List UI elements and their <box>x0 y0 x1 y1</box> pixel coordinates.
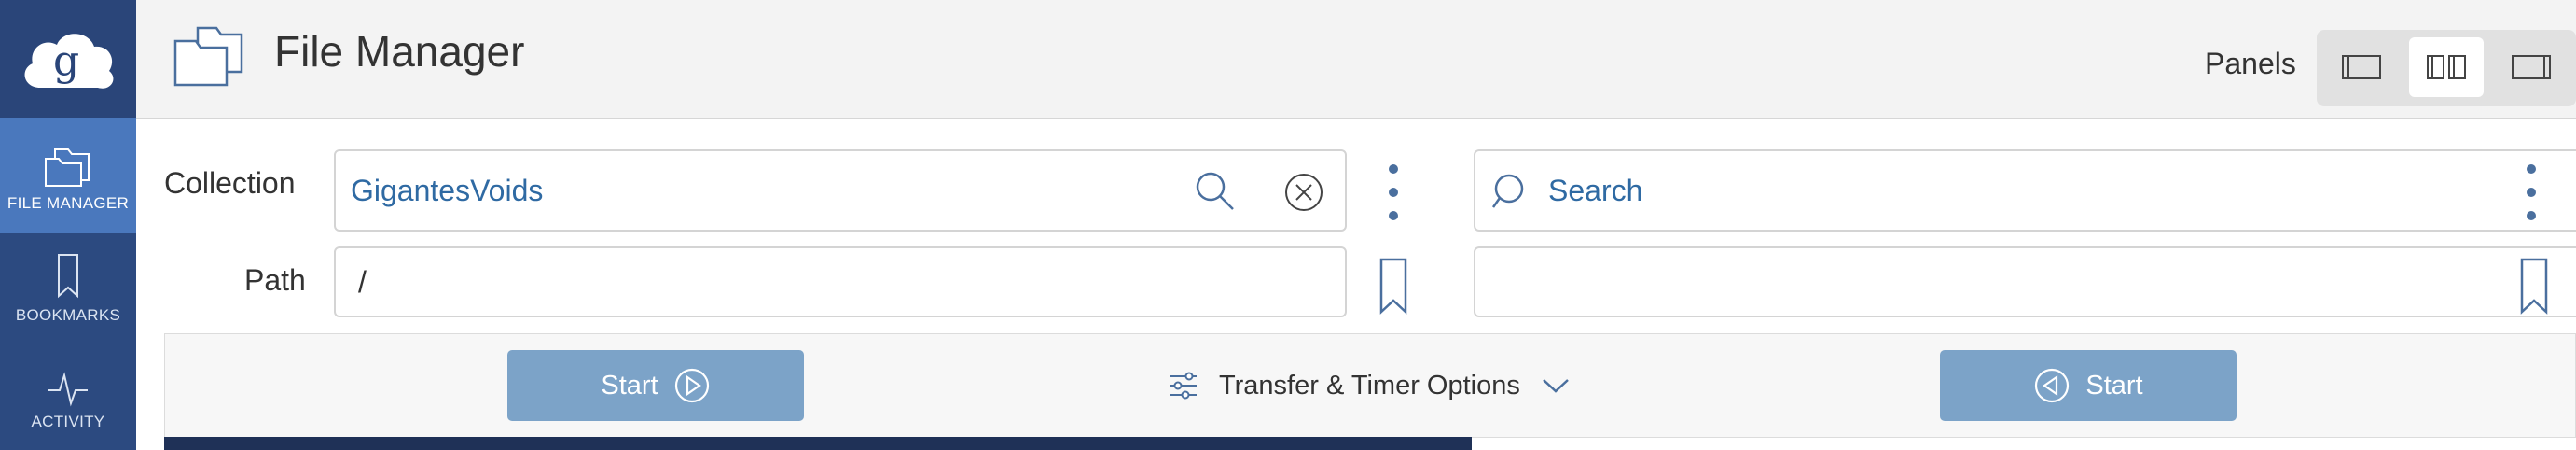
panels-label: Panels <box>2205 47 2296 80</box>
sidebar-item-file-manager[interactable]: FILE MANAGER <box>0 118 136 233</box>
start-label: Start <box>2085 370 2143 401</box>
sidebar-item-bookmarks[interactable]: BOOKMARKS <box>0 252 136 355</box>
right-bookmark-icon[interactable] <box>2518 257 2550 316</box>
right-path-input[interactable] <box>1474 246 2576 317</box>
start-right-to-left-button[interactable]: Start <box>1940 350 2237 421</box>
svg-text:g: g <box>53 37 79 85</box>
single-panel-right-button[interactable] <box>2494 37 2569 97</box>
transfer-timer-options-toggle[interactable]: Transfer & Timer Options <box>1169 359 1571 413</box>
play-left-icon <box>2035 368 2070 403</box>
search-placeholder: Search <box>1548 174 1643 207</box>
folders-icon <box>45 148 90 187</box>
left-collection-input[interactable]: GigantesVoids <box>334 149 1347 232</box>
path-label: Path <box>244 263 306 297</box>
collection-label: Collection <box>164 166 296 200</box>
globus-logo-icon[interactable]: g <box>0 0 136 118</box>
play-right-icon <box>674 368 709 403</box>
single-panel-icon <box>2342 55 2381 79</box>
sidebar-nav: g FILE MANAGER BOOKMARKS ACTIVITY <box>0 0 136 450</box>
right-panel-options-kebab-icon[interactable] <box>2524 164 2539 220</box>
search-icon[interactable] <box>1194 170 1237 213</box>
page-title: File Manager <box>274 27 525 76</box>
sliders-icon <box>1170 372 1197 400</box>
sidebar-item-label: ACTIVITY <box>31 413 105 430</box>
sidebar-item-label: FILE MANAGER <box>7 194 130 212</box>
clear-icon[interactable] <box>1283 172 1324 213</box>
bookmark-icon <box>58 254 78 299</box>
pulse-icon <box>48 372 88 407</box>
single-panel-icon <box>2512 55 2551 79</box>
start-left-to-right-button[interactable]: Start <box>507 350 804 421</box>
panels-toggle <box>2317 30 2576 106</box>
right-collection-search-input[interactable]: Search <box>1474 149 2576 232</box>
single-panel-left-button[interactable] <box>2324 37 2399 97</box>
two-panel-button[interactable] <box>2409 37 2484 97</box>
left-panel-options-kebab-icon[interactable] <box>1386 164 1401 220</box>
page-header: File Manager Panels <box>136 0 2576 119</box>
folders-icon <box>173 26 243 87</box>
search-icon <box>1491 174 1524 208</box>
left-path-input[interactable]: / <box>334 246 1347 317</box>
path-value: / <box>358 265 367 299</box>
chevron-down-icon <box>1543 379 1569 393</box>
collection-value: GigantesVoids <box>351 174 544 207</box>
sidebar-item-activity[interactable]: ACTIVITY <box>0 370 136 450</box>
sidebar-item-label: BOOKMARKS <box>15 306 121 324</box>
two-panel-icon <box>2427 55 2466 79</box>
start-label: Start <box>601 370 658 401</box>
left-panel-list-header <box>164 437 1472 450</box>
options-label: Transfer & Timer Options <box>1219 370 1520 401</box>
transfer-bar: Start Transfer & Timer Options Start <box>164 333 2576 438</box>
left-bookmark-icon[interactable] <box>1378 257 1409 316</box>
